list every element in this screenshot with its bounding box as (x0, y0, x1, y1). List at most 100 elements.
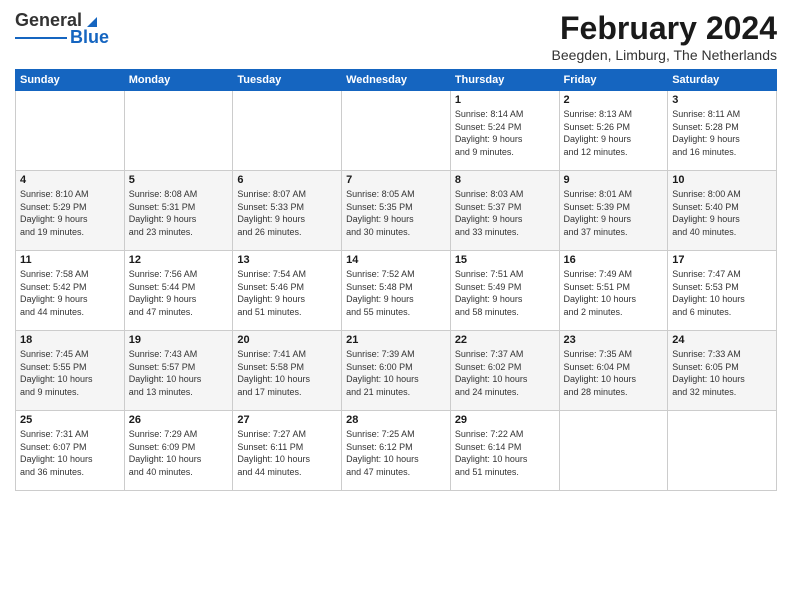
day-number: 7 (346, 174, 446, 186)
day-cell: 16 Sunrise: 7:49 AMSunset: 5:51 PMDayligh… (559, 251, 668, 331)
day-cell: 22Sunrise: 7:37 AMSunset: 6:02 PMDayligh… (450, 331, 559, 411)
day-number: 3 (672, 94, 772, 106)
day-cell: 26Sunrise: 7:29 AMSunset: 6:09 PMDayligh… (124, 411, 233, 491)
day-cell: 8Sunrise: 8:03 AMSunset: 5:37 PMDaylight… (450, 171, 559, 251)
day-number: 29 (455, 414, 555, 426)
day-info: Sunrise: 7:54 AMSunset: 5:46 PMDaylight:… (237, 268, 337, 318)
week-row-5: 25 Sunrise: 7:31 AMSunset: 6:07 PMDayligh… (16, 411, 777, 491)
day-cell: 24 Sunrise: 7:33 AMSunset: 6:05 PMDayligh… (668, 331, 777, 411)
day-info: Sunrise: 7:31 AMSunset: 6:07 PMDaylight:… (20, 428, 120, 478)
header: General Blue February 2024 Beegden, Limb… (15, 10, 777, 63)
day-cell (559, 411, 668, 491)
week-row-2: 4 Sunrise: 8:10 AMSunset: 5:29 PMDaylight… (16, 171, 777, 251)
calendar-table: Sunday Monday Tuesday Wednesday Thursday… (15, 69, 777, 491)
day-number: 24 (672, 334, 772, 346)
day-info: Sunrise: 7:39 AMSunset: 6:00 PMDaylight:… (346, 348, 446, 398)
header-saturday: Saturday (668, 70, 777, 91)
logo: General Blue (15, 10, 109, 48)
day-cell: 5Sunrise: 8:08 AMSunset: 5:31 PMDaylight… (124, 171, 233, 251)
day-number: 5 (129, 174, 229, 186)
day-cell (342, 91, 451, 171)
day-info: Sunrise: 7:52 AMSunset: 5:48 PMDaylight:… (346, 268, 446, 318)
month-title: February 2024 (552, 10, 777, 47)
day-cell: 27 Sunrise: 7:27 AMSunset: 6:11 PMDayligh… (233, 411, 342, 491)
day-number: 2 (564, 94, 664, 106)
day-info: Sunrise: 7:49 AMSunset: 5:51 PMDaylight:… (564, 268, 664, 318)
day-cell: 23Sunrise: 7:35 AMSunset: 6:04 PMDayligh… (559, 331, 668, 411)
day-cell: 18Sunrise: 7:45 AMSunset: 5:55 PMDayligh… (16, 331, 125, 411)
day-cell: 14 Sunrise: 7:52 AMSunset: 5:48 PMDayligh… (342, 251, 451, 331)
day-header-row: Sunday Monday Tuesday Wednesday Thursday… (16, 70, 777, 91)
day-info: Sunrise: 8:05 AMSunset: 5:35 PMDaylight:… (346, 188, 446, 238)
day-cell: 3 Sunrise: 8:11 AMSunset: 5:28 PMDaylight… (668, 91, 777, 171)
day-number: 27 (237, 414, 337, 426)
day-cell (124, 91, 233, 171)
day-number: 10 (672, 174, 772, 186)
day-info: Sunrise: 8:01 AMSunset: 5:39 PMDaylight:… (564, 188, 664, 238)
day-info: Sunrise: 8:10 AMSunset: 5:29 PMDaylight:… (20, 188, 120, 238)
header-thursday: Thursday (450, 70, 559, 91)
day-cell: 11Sunrise: 7:58 AMSunset: 5:42 PMDayligh… (16, 251, 125, 331)
day-number: 13 (237, 254, 337, 266)
day-cell: 12 Sunrise: 7:56 AMSunset: 5:44 PMDayligh… (124, 251, 233, 331)
day-number: 15 (455, 254, 555, 266)
day-number: 4 (20, 174, 120, 186)
day-number: 9 (564, 174, 664, 186)
day-cell: 20 Sunrise: 7:41 AMSunset: 5:58 PMDayligh… (233, 331, 342, 411)
day-number: 17 (672, 254, 772, 266)
day-cell (668, 411, 777, 491)
logo-blue: Blue (70, 27, 109, 48)
day-info: Sunrise: 7:51 AMSunset: 5:49 PMDaylight:… (455, 268, 555, 318)
day-cell (233, 91, 342, 171)
day-info: Sunrise: 7:27 AMSunset: 6:11 PMDaylight:… (237, 428, 337, 478)
day-number: 22 (455, 334, 555, 346)
day-number: 21 (346, 334, 446, 346)
week-row-1: 1Sunrise: 8:14 AMSunset: 5:24 PMDaylight… (16, 91, 777, 171)
day-info: Sunrise: 8:07 AMSunset: 5:33 PMDaylight:… (237, 188, 337, 238)
day-number: 1 (455, 94, 555, 106)
day-info: Sunrise: 7:29 AMSunset: 6:09 PMDaylight:… (129, 428, 229, 478)
header-wednesday: Wednesday (342, 70, 451, 91)
day-cell: 19 Sunrise: 7:43 AMSunset: 5:57 PMDayligh… (124, 331, 233, 411)
week-row-4: 18Sunrise: 7:45 AMSunset: 5:55 PMDayligh… (16, 331, 777, 411)
day-number: 25 (20, 414, 120, 426)
day-cell: 9 Sunrise: 8:01 AMSunset: 5:39 PMDaylight… (559, 171, 668, 251)
day-info: Sunrise: 8:00 AMSunset: 5:40 PMDaylight:… (672, 188, 772, 238)
day-info: Sunrise: 8:13 AMSunset: 5:26 PMDaylight:… (564, 108, 664, 158)
calendar-body: 1Sunrise: 8:14 AMSunset: 5:24 PMDaylight… (16, 91, 777, 491)
logo-icon (83, 13, 97, 27)
day-cell: 2 Sunrise: 8:13 AMSunset: 5:26 PMDaylight… (559, 91, 668, 171)
day-info: Sunrise: 7:33 AMSunset: 6:05 PMDaylight:… (672, 348, 772, 398)
day-number: 23 (564, 334, 664, 346)
day-number: 20 (237, 334, 337, 346)
day-cell: 13 Sunrise: 7:54 AMSunset: 5:46 PMDayligh… (233, 251, 342, 331)
day-info: Sunrise: 7:47 AMSunset: 5:53 PMDaylight:… (672, 268, 772, 318)
day-cell: 7 Sunrise: 8:05 AMSunset: 5:35 PMDaylight… (342, 171, 451, 251)
week-row-3: 11Sunrise: 7:58 AMSunset: 5:42 PMDayligh… (16, 251, 777, 331)
day-info: Sunrise: 8:03 AMSunset: 5:37 PMDaylight:… (455, 188, 555, 238)
day-info: Sunrise: 7:22 AMSunset: 6:14 PMDaylight:… (455, 428, 555, 478)
day-info: Sunrise: 8:11 AMSunset: 5:28 PMDaylight:… (672, 108, 772, 158)
day-cell: 15 Sunrise: 7:51 AMSunset: 5:49 PMDayligh… (450, 251, 559, 331)
day-cell: 1Sunrise: 8:14 AMSunset: 5:24 PMDaylight… (450, 91, 559, 171)
day-cell: 6 Sunrise: 8:07 AMSunset: 5:33 PMDaylight… (233, 171, 342, 251)
day-cell: 28 Sunrise: 7:25 AMSunset: 6:12 PMDayligh… (342, 411, 451, 491)
day-number: 18 (20, 334, 120, 346)
day-cell: 29 Sunrise: 7:22 AMSunset: 6:14 PMDayligh… (450, 411, 559, 491)
header-sunday: Sunday (16, 70, 125, 91)
day-number: 6 (237, 174, 337, 186)
day-number: 14 (346, 254, 446, 266)
day-number: 16 (564, 254, 664, 266)
day-info: Sunrise: 7:56 AMSunset: 5:44 PMDaylight:… (129, 268, 229, 318)
day-number: 12 (129, 254, 229, 266)
day-info: Sunrise: 7:41 AMSunset: 5:58 PMDaylight:… (237, 348, 337, 398)
day-info: Sunrise: 7:43 AMSunset: 5:57 PMDaylight:… (129, 348, 229, 398)
day-number: 28 (346, 414, 446, 426)
day-cell: 10 Sunrise: 8:00 AMSunset: 5:40 PMDayligh… (668, 171, 777, 251)
day-info: Sunrise: 7:25 AMSunset: 6:12 PMDaylight:… (346, 428, 446, 478)
day-cell: 4 Sunrise: 8:10 AMSunset: 5:29 PMDaylight… (16, 171, 125, 251)
header-monday: Monday (124, 70, 233, 91)
page: General Blue February 2024 Beegden, Limb… (0, 0, 792, 612)
day-cell: 17 Sunrise: 7:47 AMSunset: 5:53 PMDayligh… (668, 251, 777, 331)
day-number: 19 (129, 334, 229, 346)
